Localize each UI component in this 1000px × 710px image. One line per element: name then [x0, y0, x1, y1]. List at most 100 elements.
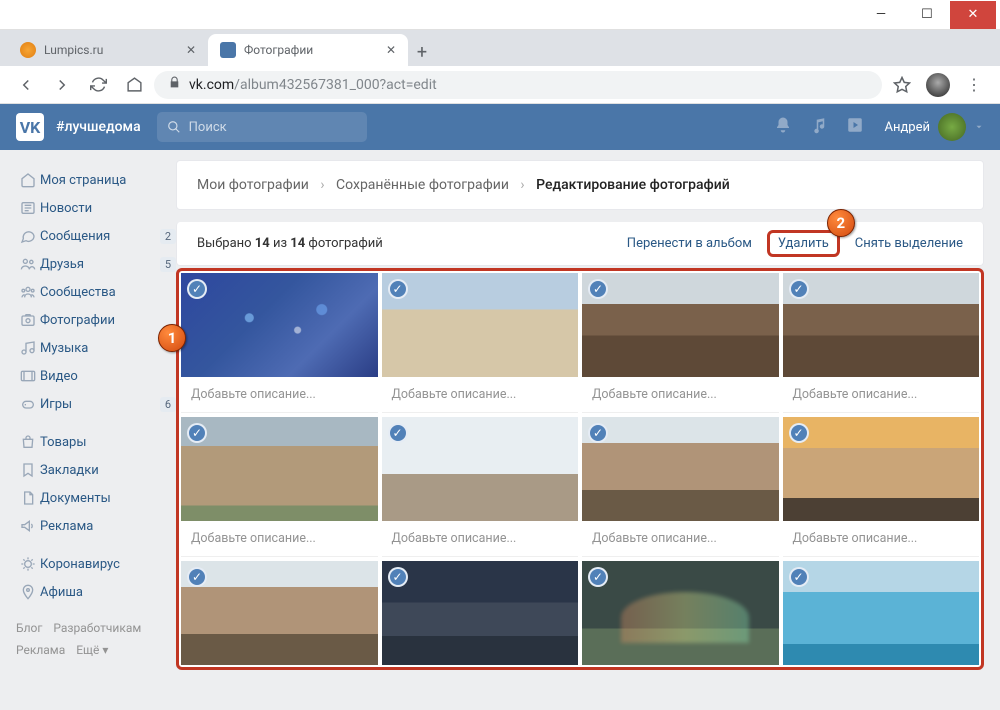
vk-hashtag[interactable]: #лучшедома — [56, 119, 141, 135]
tab-close-icon[interactable]: ✕ — [186, 43, 196, 57]
games-icon — [16, 396, 40, 412]
sidebar-item-home[interactable]: Моя страница — [16, 166, 176, 194]
selected-check-icon[interactable]: ✓ — [388, 567, 408, 587]
sidebar-item-msg[interactable]: Сообщения2 — [16, 222, 176, 250]
photo-thumbnail[interactable]: ✓ — [783, 561, 980, 665]
photo-description-input[interactable]: Добавьте описание... — [382, 521, 579, 557]
tab-close-icon[interactable]: ✕ — [386, 43, 396, 57]
photo-description-input[interactable]: Добавьте описание... — [181, 521, 378, 557]
photo-thumbnail[interactable]: ✓ — [181, 273, 378, 377]
photo-thumbnail[interactable]: ✓ — [181, 417, 378, 521]
photo-description-input[interactable]: Добавьте описание... — [582, 521, 779, 557]
selected-check-icon[interactable]: ✓ — [789, 279, 809, 299]
sidebar-item-market[interactable]: Товары — [16, 428, 176, 456]
selected-check-icon[interactable]: ✓ — [588, 423, 608, 443]
play-icon[interactable] — [846, 116, 864, 138]
photo-card[interactable]: ✓ Добавьте описание... — [181, 417, 378, 557]
forward-button[interactable] — [46, 69, 78, 101]
new-tab-button[interactable]: + — [408, 38, 436, 66]
sidebar-item-news[interactable]: Новости — [16, 194, 176, 222]
clear-selection-button[interactable]: Снять выделение — [855, 236, 963, 251]
sidebar-item-games[interactable]: Игры6 — [16, 390, 176, 418]
selected-check-icon[interactable]: ✓ — [789, 567, 809, 587]
photo-card[interactable]: ✓ Добавьте описание... — [783, 417, 980, 557]
sidebar-item-photo[interactable]: Фотографии — [16, 306, 176, 334]
selected-check-icon[interactable]: ✓ — [388, 423, 408, 443]
photo-description-input[interactable]: Добавьте описание... — [783, 521, 980, 557]
user-menu[interactable]: Андрей — [884, 113, 984, 141]
footer-link[interactable]: Ещё ▾ — [76, 643, 108, 657]
photo-card[interactable]: ✓ — [783, 561, 980, 665]
home-button[interactable] — [118, 69, 150, 101]
vk-logo[interactable]: VK — [16, 113, 44, 141]
sidebar-item-bookmark[interactable]: Закладки — [16, 456, 176, 484]
sidebar-item-event[interactable]: Афиша — [16, 578, 176, 606]
photo-description-input[interactable]: Добавьте описание... — [382, 377, 579, 413]
reload-button[interactable] — [82, 69, 114, 101]
sidebar-item-docs[interactable]: Документы — [16, 484, 176, 512]
photo-description-input[interactable]: Добавьте описание... — [181, 377, 378, 413]
photo-card[interactable]: ✓ Добавьте описание... — [582, 417, 779, 557]
photo-thumbnail[interactable]: ✓ — [382, 561, 579, 665]
photo-card[interactable]: ✓ — [181, 561, 378, 665]
selected-check-icon[interactable]: ✓ — [187, 567, 207, 587]
profile-avatar[interactable] — [922, 69, 954, 101]
photo-card[interactable]: ✓ Добавьте описание... — [783, 273, 980, 413]
breadcrumb: Мои фотографии › Сохранённые фотографии … — [176, 160, 984, 210]
header-icons — [774, 116, 864, 138]
photo-thumbnail[interactable]: ✓ — [783, 417, 980, 521]
selected-check-icon[interactable]: ✓ — [187, 279, 207, 299]
footer-link[interactable]: Разработчикам — [53, 621, 141, 635]
music-icon[interactable] — [810, 116, 828, 138]
back-button[interactable] — [10, 69, 42, 101]
selected-check-icon[interactable]: ✓ — [588, 279, 608, 299]
photo-thumbnail[interactable]: ✓ — [582, 417, 779, 521]
delete-button[interactable]: Удалить 2 — [767, 230, 840, 257]
selected-check-icon[interactable]: ✓ — [388, 279, 408, 299]
photo-card[interactable]: ✓ — [382, 561, 579, 665]
browser-menu-icon[interactable]: ⋮ — [958, 69, 990, 101]
photo-thumbnail[interactable]: ✓ — [181, 561, 378, 665]
photo-card[interactable]: ✓ — [582, 561, 779, 665]
photo-thumbnail[interactable]: ✓ — [382, 417, 579, 521]
window-close[interactable]: ✕ — [950, 1, 996, 29]
sidebar-item-groups[interactable]: Сообщества — [16, 278, 176, 306]
address-bar: vk.com/album432567381_000?act=edit ⋮ — [0, 66, 1000, 104]
sidebar-item-music[interactable]: Музыка — [16, 334, 176, 362]
photo-description-input[interactable]: Добавьте описание... — [783, 377, 980, 413]
crumb-saved-photos[interactable]: Сохранённые фотографии — [336, 177, 509, 193]
selection-count: Выбрано 14 из 14 фотографий — [197, 236, 383, 251]
footer-link[interactable]: Блог — [16, 621, 42, 635]
move-to-album-button[interactable]: Перенести в альбом — [627, 236, 752, 251]
tab-photos[interactable]: Фотографии ✕ — [208, 34, 408, 66]
window-maximize[interactable]: ☐ — [904, 1, 950, 29]
photo-thumbnail[interactable]: ✓ — [582, 273, 779, 377]
photo-card[interactable]: ✓ Добавьте описание... — [181, 273, 378, 413]
sidebar-item-video[interactable]: Видео — [16, 362, 176, 390]
window-minimize[interactable]: — — [858, 1, 904, 29]
footer-link[interactable]: Реклама — [16, 643, 65, 657]
sidebar-item-ads[interactable]: Реклама — [16, 512, 176, 540]
market-icon — [16, 434, 40, 450]
selected-check-icon[interactable]: ✓ — [789, 423, 809, 443]
bookmark-star-icon[interactable] — [886, 69, 918, 101]
selected-check-icon[interactable]: ✓ — [588, 567, 608, 587]
search-input[interactable]: Поиск — [157, 112, 367, 142]
photo-thumbnail[interactable]: ✓ — [783, 273, 980, 377]
sidebar-item-virus[interactable]: Коронавирус — [16, 550, 176, 578]
bell-icon[interactable] — [774, 116, 792, 138]
photo-card[interactable]: ✓ Добавьте описание... — [582, 273, 779, 413]
photo-card[interactable]: ✓ Добавьте описание... — [382, 417, 579, 557]
photo-description-input[interactable]: Добавьте описание... — [582, 377, 779, 413]
crumb-my-photos[interactable]: Мои фотографии — [197, 177, 309, 193]
sidebar-item-friends[interactable]: Друзья5 — [16, 250, 176, 278]
selected-check-icon[interactable]: ✓ — [187, 423, 207, 443]
photo-thumbnail[interactable]: ✓ — [382, 273, 579, 377]
sidebar-badge: 5 — [160, 257, 176, 272]
photo-thumbnail[interactable]: ✓ — [582, 561, 779, 665]
sidebar-item-label: Видео — [40, 369, 176, 384]
url-input[interactable]: vk.com/album432567381_000?act=edit — [154, 71, 882, 99]
favicon-vk — [220, 42, 236, 58]
tab-lumpics[interactable]: Lumpics.ru ✕ — [8, 34, 208, 66]
photo-card[interactable]: ✓ Добавьте описание... — [382, 273, 579, 413]
